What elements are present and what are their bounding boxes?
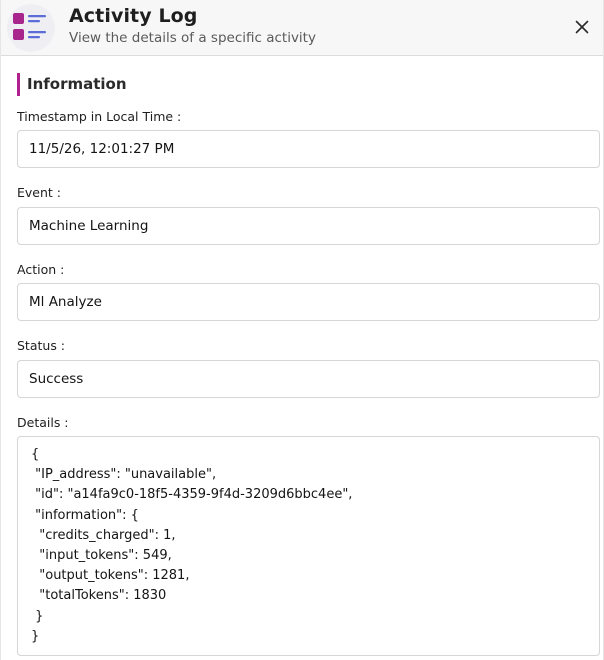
dialog-subtitle: View the details of a specific activity: [69, 30, 316, 46]
details-field[interactable]: { "IP_address": "unavailable", "id": "a1…: [17, 436, 600, 656]
activity-log-dialog: Activity Log View the details of a speci…: [0, 0, 604, 660]
dialog-header: Activity Log View the details of a speci…: [1, 0, 603, 56]
event-field[interactable]: Machine Learning: [17, 207, 600, 245]
event-label: Event :: [17, 185, 61, 200]
action-label: Action :: [17, 262, 65, 277]
activity-list-icon: [7, 4, 55, 52]
timestamp-label: Timestamp in Local Time :: [17, 109, 182, 124]
dialog-title: Activity Log: [69, 5, 198, 27]
status-field[interactable]: Success: [17, 360, 600, 398]
section-title-information: Information: [17, 73, 127, 96]
action-field[interactable]: Ml Analyze: [17, 283, 600, 321]
timestamp-field[interactable]: 11/5/26, 12:01:27 PM: [17, 130, 600, 168]
close-button[interactable]: [569, 14, 595, 40]
close-icon: [575, 20, 589, 34]
details-label: Details :: [17, 415, 69, 430]
status-label: Status :: [17, 338, 66, 353]
